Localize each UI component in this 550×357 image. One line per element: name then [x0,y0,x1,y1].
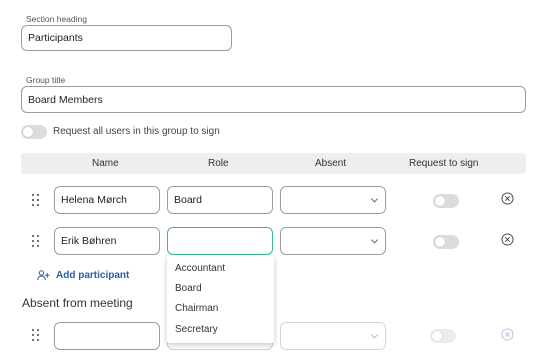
participant-absent-select[interactable] [280,227,386,255]
remove-circle-icon[interactable] [501,233,514,246]
chevron-down-icon [370,331,379,339]
group-title-label: Group title [26,75,66,85]
remove-circle-icon[interactable] [501,328,514,341]
drag-handle-icon[interactable] [32,329,40,342]
role-option-chairman[interactable]: Chairman [175,303,218,314]
section-heading-label: Section heading [26,14,87,24]
participant-name-input[interactable]: Erik Bøhren [54,227,160,255]
absent-name-input[interactable] [54,322,160,350]
header-request: Request to sign [409,158,479,169]
request-sign-toggle[interactable] [430,329,456,343]
chevron-down-icon [370,236,379,244]
add-participant-button[interactable]: Add participant [37,268,129,282]
role-option-secretary[interactable]: Secretary [175,324,218,335]
participant-absent-select[interactable] [280,186,386,214]
header-name: Name [92,158,119,169]
request-all-label: Request all users in this group to sign [53,126,220,137]
participants-table-header: Name Role Absent Request to sign [21,153,526,174]
drag-handle-icon[interactable] [32,194,40,207]
role-option-board[interactable]: Board [175,283,202,294]
request-all-toggle[interactable] [21,125,47,139]
add-participant-label: Add participant [56,269,130,281]
drag-handle-icon[interactable] [32,235,40,248]
header-absent: Absent [315,158,347,169]
section-heading-input[interactable]: Participants [21,25,232,51]
chevron-down-icon [370,195,379,203]
header-role: Role [208,158,229,169]
add-user-icon [37,269,50,280]
role-option-accountant[interactable]: Accountant [175,263,225,274]
participant-role-input[interactable]: Board [167,186,273,214]
request-sign-toggle[interactable] [433,194,459,208]
request-sign-toggle[interactable] [433,235,459,249]
remove-circle-icon[interactable] [501,192,514,205]
role-dropdown-menu: Accountant Board Chairman Secretary [167,255,274,343]
group-title-input[interactable]: Board Members [21,86,526,113]
absent-absent-select[interactable] [280,322,386,350]
participant-name-input[interactable]: Helena Mørch [54,186,160,214]
participant-role-input[interactable] [167,227,273,255]
absent-section-heading: Absent from meeting [22,296,133,310]
